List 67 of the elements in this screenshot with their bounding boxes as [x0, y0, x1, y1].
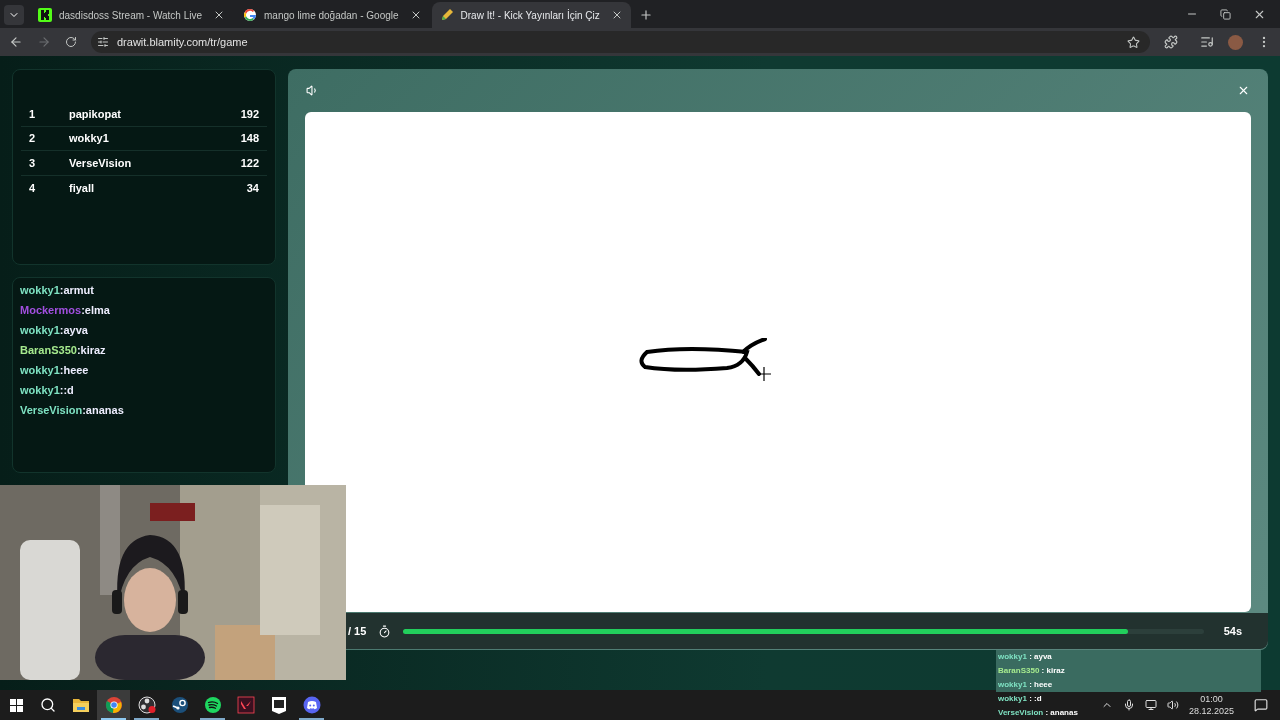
- browser-tab[interactable]: Draw It! - Kick Yayınları İçin Çiz: [431, 2, 631, 28]
- player-name: wokky1: [69, 131, 110, 146]
- stream-chat-message: wokky1 : ayva: [996, 650, 1261, 664]
- chat-message: VerseVision:ananas: [20, 403, 125, 418]
- clock-time[interactable]: 01:00: [1200, 693, 1223, 705]
- player-name: VerseVision: [69, 155, 133, 171]
- pencil-icon: [439, 8, 454, 22]
- steam-logo-icon: [170, 696, 189, 714]
- media-control-icon[interactable]: [1200, 35, 1214, 49]
- clock-date[interactable]: 28.12.2025: [1188, 705, 1234, 717]
- chrome-logo-icon: [104, 696, 123, 714]
- search-icon[interactable]: [40, 697, 56, 713]
- rank-number: 3: [29, 155, 37, 171]
- chat-message: Mockermos:elma: [20, 303, 111, 318]
- tab-title: mango lime doğadan - Google: [264, 8, 399, 23]
- rank-number: 1: [29, 106, 37, 122]
- spotify-logo-icon: [203, 696, 222, 714]
- browser-tab[interactable]: dasdisdoss Stream - Watch Live: [30, 2, 234, 28]
- player-score: 34: [246, 180, 259, 196]
- epic-games-logo-icon: [270, 695, 287, 715]
- stream-chat-message: wokky1 : heee: [996, 678, 1261, 692]
- tab-title: Draw It! - Kick Yayınları İçin Çiz: [460, 8, 600, 23]
- stream-chat-message: wokky1 : :d: [997, 693, 1043, 705]
- extensions-icon[interactable]: [1164, 35, 1178, 49]
- microphone-icon[interactable]: [1122, 699, 1135, 711]
- folder-icon: [71, 697, 90, 713]
- player-score: 148: [240, 131, 259, 146]
- address-bar[interactable]: drawit.blamity.com/tr/game: [91, 31, 1150, 53]
- kick-logo-icon: [38, 8, 52, 22]
- rank-number: 2: [29, 131, 37, 146]
- player-score: 192: [240, 106, 259, 122]
- chat-message: wokky1:armut: [20, 283, 95, 298]
- tab-title: dasdisdoss Stream - Watch Live: [59, 8, 203, 23]
- reload-icon[interactable]: [65, 36, 77, 48]
- site-settings-icon[interactable]: [97, 36, 109, 48]
- tab-list-button[interactable]: [4, 5, 24, 25]
- windows-logo-icon: [9, 698, 23, 712]
- sound-icon[interactable]: [306, 84, 319, 97]
- google-logo-icon: [243, 8, 258, 22]
- round-counter: / 15: [348, 623, 367, 639]
- back-icon[interactable]: [9, 35, 23, 49]
- discord-logo-icon: [302, 696, 321, 714]
- restore-icon[interactable]: [1220, 8, 1231, 20]
- browser-tab[interactable]: mango lime doğadan - Google: [235, 2, 430, 28]
- player-name: fiyall: [69, 180, 96, 196]
- taskbar-app[interactable]: [97, 690, 130, 720]
- close-icon[interactable]: [1237, 84, 1250, 97]
- timer-reading: 54s: [1223, 623, 1242, 639]
- monitor-icon[interactable]: [1144, 699, 1157, 711]
- rank-number: 4: [29, 180, 37, 196]
- player-name: papikopat: [69, 106, 122, 122]
- valorant-logo-icon: [236, 696, 255, 714]
- bookmark-star-icon[interactable]: [1127, 35, 1140, 49]
- chat-message: wokky1:ayva: [20, 323, 89, 338]
- notification-icon[interactable]: [1254, 698, 1268, 712]
- chat-message: BaranS350:kiraz: [20, 343, 107, 358]
- crosshair-cursor-icon: [757, 367, 771, 381]
- speaker-icon[interactable]: [1166, 699, 1179, 711]
- stream-chat-message: BaranS350 : kiraz: [996, 664, 1261, 678]
- record-app-icon: [137, 696, 156, 714]
- chat-message: wokky1:heee: [20, 363, 90, 378]
- stream-chat-message: VerseVision : ananas: [997, 707, 1079, 719]
- timer-icon: [378, 624, 392, 638]
- chat-message: wokky1::d: [20, 383, 75, 398]
- new-tab-icon[interactable]: [638, 8, 653, 22]
- player-score: 122: [240, 155, 259, 171]
- url-text: drawit.blamity.com/tr/game: [117, 34, 248, 50]
